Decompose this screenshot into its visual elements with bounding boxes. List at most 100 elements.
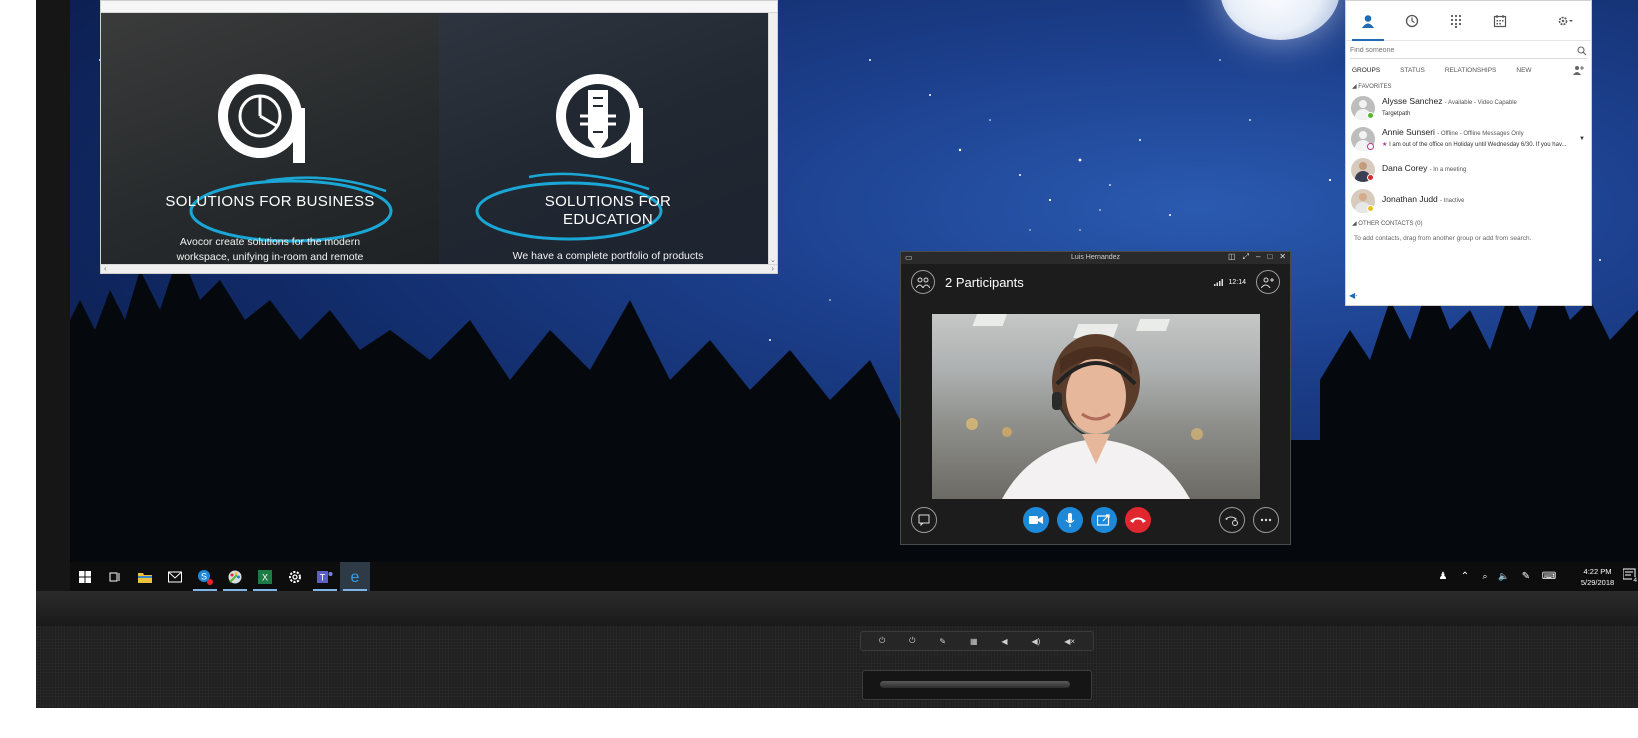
contact-note: ★ I am out of the office on Holiday unti… bbox=[1382, 141, 1567, 148]
paint-icon bbox=[228, 570, 242, 583]
skype-call-window[interactable]: ▭ Luis Hernandez ◫ ⤢ – □ ✕ 2 Participant… bbox=[900, 251, 1291, 545]
other-contacts-group-header[interactable]: ◢ OTHER CONTACTS (0) bbox=[1346, 216, 1591, 229]
add-contacts-hint: To add contacts, drag from another group… bbox=[1354, 235, 1532, 242]
speaker-status-icon[interactable]: ◀· bbox=[1349, 291, 1358, 300]
tab-new[interactable]: NEW bbox=[1516, 67, 1531, 74]
add-people-icon bbox=[1261, 277, 1274, 288]
close-icon[interactable]: ✕ bbox=[1279, 252, 1286, 262]
contact-status: - Available - Video Capable bbox=[1444, 99, 1517, 106]
education-logo-icon bbox=[556, 74, 643, 163]
share-screen-icon bbox=[1097, 514, 1110, 526]
contacts-view-tabs: GROUPS STATUS RELATIONSHIPS NEW bbox=[1346, 61, 1591, 79]
show-hidden-icons-icon[interactable]: ⌃ bbox=[1454, 571, 1476, 582]
scroll-right-icon[interactable]: › bbox=[771, 264, 774, 273]
windows-start-icon bbox=[79, 570, 91, 583]
pop-out-icon[interactable]: ◫ bbox=[1228, 252, 1236, 262]
options-menu[interactable] bbox=[1543, 1, 1587, 41]
contact-name: Dana Corey bbox=[1382, 163, 1428, 173]
tab-status[interactable]: STATUS bbox=[1400, 67, 1425, 74]
browser-window[interactable]: SOLUTIONS FOR BUSINESS Avocor create sol… bbox=[100, 0, 778, 274]
minimize-icon[interactable]: – bbox=[1256, 252, 1260, 262]
signal-strength-icon bbox=[1214, 278, 1224, 286]
svg-text:S: S bbox=[201, 571, 207, 581]
input-hw-icon[interactable]: ⏻ bbox=[909, 636, 915, 646]
skype-contacts-window[interactable]: GROUPS STATUS RELATIONSHIPS NEW ◢ FAVORI… bbox=[1345, 0, 1592, 306]
power-hw-icon[interactable]: ⏻ bbox=[879, 636, 885, 646]
teams-taskbar-button[interactable]: T bbox=[310, 562, 340, 591]
gear-icon bbox=[1558, 16, 1573, 25]
mute-button[interactable] bbox=[1057, 507, 1083, 533]
education-panel[interactable]: SOLUTIONS FOR EDUCATION We have a comple… bbox=[439, 13, 777, 266]
settings-taskbar-button[interactable] bbox=[280, 562, 310, 591]
add-participant-button[interactable] bbox=[1256, 270, 1280, 294]
contact-name: Alysse Sanchez bbox=[1382, 95, 1443, 106]
taskbar-clock[interactable]: 4:22 PM 5/29/2018 bbox=[1570, 566, 1625, 588]
education-description: We have a complete portfolio of products bbox=[512, 250, 704, 262]
share-content-button[interactable] bbox=[1091, 507, 1117, 533]
participants-button[interactable] bbox=[911, 270, 935, 294]
people-tray-icon[interactable]: ♟ bbox=[1432, 571, 1454, 582]
system-tray: ♟ ⌃ ⌕ 🔈 ✎ ⌨ bbox=[1432, 562, 1560, 591]
skype-taskbar-button[interactable]: S bbox=[190, 562, 220, 591]
maximize-icon[interactable]: □ bbox=[1267, 252, 1272, 262]
person-icon bbox=[1362, 14, 1374, 28]
education-title: SOLUTIONS FOR EDUCATION bbox=[544, 193, 672, 228]
windows-hw-icon[interactable]: ▦ bbox=[970, 637, 978, 646]
horizontal-scrollbar[interactable]: ‹ › bbox=[101, 264, 777, 273]
im-button[interactable] bbox=[911, 507, 937, 533]
action-center-button[interactable]: 4 bbox=[1622, 568, 1638, 584]
tab-meetings[interactable] bbox=[1478, 1, 1522, 41]
full-screen-icon[interactable]: ⤢ bbox=[1243, 252, 1249, 262]
volume-icon[interactable]: 🔈 bbox=[1494, 571, 1514, 582]
teams-icon: T bbox=[317, 570, 333, 583]
pen-workspace-icon[interactable]: ✎ bbox=[1514, 571, 1538, 582]
excel-taskbar-button[interactable]: X bbox=[250, 562, 280, 591]
more-options-button[interactable] bbox=[1253, 507, 1279, 533]
favorites-group-header[interactable]: ◢ FAVORITES bbox=[1346, 79, 1591, 92]
contact-name: Annie Sunseri bbox=[1382, 126, 1435, 137]
tab-recent[interactable] bbox=[1390, 1, 1434, 41]
tab-contacts[interactable] bbox=[1346, 1, 1390, 41]
contact-row[interactable]: Alysse Sanchez - Available - Video Capab… bbox=[1346, 92, 1591, 123]
mute-hw-icon[interactable]: ◀× bbox=[1064, 637, 1075, 646]
start-button[interactable] bbox=[70, 562, 100, 591]
presence-offline-icon bbox=[1367, 143, 1374, 150]
vertical-scrollbar[interactable]: ⌄ bbox=[768, 13, 777, 266]
volume-down-hw-icon[interactable]: ◀ bbox=[1001, 637, 1007, 646]
contact-row[interactable]: Annie Sunseri - Offline - Offline Messag… bbox=[1346, 123, 1591, 154]
edge-taskbar-button[interactable]: e bbox=[340, 562, 370, 591]
mail-button[interactable] bbox=[160, 562, 190, 591]
tab-dialpad[interactable] bbox=[1434, 1, 1478, 41]
expand-note-icon[interactable]: ▼ bbox=[1579, 136, 1585, 142]
edge-icon: e bbox=[351, 569, 360, 585]
hang-up-button[interactable] bbox=[1125, 507, 1151, 533]
search-icon[interactable] bbox=[1577, 45, 1587, 56]
paint-taskbar-button[interactable] bbox=[220, 562, 250, 591]
taskbar: S X T e ♟ ⌃ ⌕ 🔈 ✎ ⌨ 4:22 PM 5/29/2018 4 bbox=[70, 562, 1638, 591]
dialpad-icon bbox=[1450, 14, 1462, 28]
svg-text:T: T bbox=[320, 572, 326, 582]
presence-away-icon bbox=[1367, 205, 1374, 212]
stylus-pen[interactable] bbox=[880, 681, 1070, 688]
presence-available-icon bbox=[1367, 112, 1374, 119]
video-button[interactable] bbox=[1023, 507, 1049, 533]
scroll-down-icon[interactable]: ⌄ bbox=[770, 256, 776, 264]
touch-keyboard-icon[interactable]: ⌨ bbox=[1538, 571, 1560, 582]
scroll-left-icon[interactable]: ‹ bbox=[104, 264, 107, 273]
contact-row[interactable]: Dana Corey - In a meeting bbox=[1346, 154, 1591, 185]
find-someone-input[interactable] bbox=[1350, 47, 1577, 54]
contact-note: Targetpath bbox=[1382, 110, 1411, 117]
contact-row[interactable]: Jonathan Judd - Inactive bbox=[1346, 185, 1591, 216]
call-controls-button[interactable] bbox=[1219, 507, 1245, 533]
wifi-icon[interactable]: ⌕ bbox=[1476, 571, 1494, 582]
volume-up-hw-icon[interactable]: ◀) bbox=[1031, 637, 1040, 646]
pen-hw-icon[interactable]: ✎ bbox=[939, 637, 946, 646]
add-contact-icon[interactable] bbox=[1573, 65, 1585, 75]
chat-icon bbox=[918, 514, 930, 526]
file-explorer-button[interactable] bbox=[130, 562, 160, 591]
tab-groups[interactable]: GROUPS bbox=[1352, 67, 1380, 74]
contact-status: - Inactive bbox=[1440, 198, 1465, 204]
tab-relationships[interactable]: RELATIONSHIPS bbox=[1445, 67, 1497, 74]
task-view-button[interactable] bbox=[100, 562, 130, 591]
business-panel[interactable]: SOLUTIONS FOR BUSINESS Avocor create sol… bbox=[101, 13, 439, 266]
